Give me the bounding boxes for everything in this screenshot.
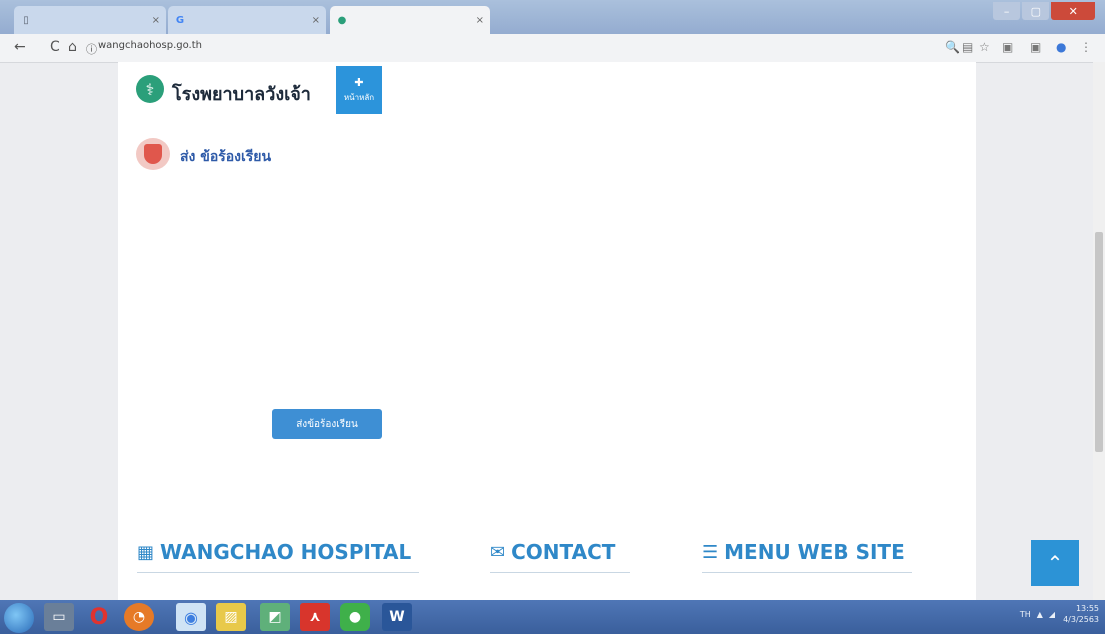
info-icon: ⓘ <box>86 43 97 56</box>
footer-divider-1 <box>137 572 419 573</box>
profile-icon[interactable]: ● <box>1056 40 1066 54</box>
hospital-logo-icon[interactable]: ⚕ <box>136 75 164 103</box>
footer-hospital-label: WANGCHAO HOSPITAL <box>160 540 412 564</box>
footer-menu-heading: ☰ MENU WEB SITE <box>702 540 905 564</box>
window-controls: – ▢ ✕ <box>993 2 1097 22</box>
clock-date: 4/3/2563 <box>1063 615 1099 624</box>
scroll-to-top-button[interactable]: ⌃ <box>1031 540 1079 586</box>
star-icon[interactable]: ☆ <box>979 40 990 54</box>
acrobat-icon[interactable]: ⋏ <box>300 603 330 631</box>
nav-home-label: หน้าหลัก <box>343 93 375 102</box>
page-icon: ▯ <box>23 14 29 26</box>
tab-3-active[interactable]: ● × <box>330 6 490 34</box>
translate-icon[interactable]: ▤ <box>962 40 973 54</box>
close-icon[interactable]: × <box>152 15 160 26</box>
chrome-icon[interactable]: ◉ <box>176 603 206 631</box>
hospital-name[interactable]: โรงพยาบาลวังเจ้า <box>172 79 311 108</box>
volume-icon[interactable]: ◢ <box>1049 610 1055 619</box>
complaint-field-2[interactable] <box>270 239 798 257</box>
complaint-field-4[interactable] <box>270 323 798 341</box>
close-icon[interactable]: × <box>476 15 484 26</box>
url-host: wangchaohosp.go.th <box>98 40 202 51</box>
reload-icon[interactable]: C <box>50 39 60 55</box>
close-icon[interactable]: × <box>312 15 320 26</box>
url-field[interactable]: wangchaohosp.go.th <box>98 40 202 51</box>
footer-menu-label: MENU WEB SITE <box>724 540 905 564</box>
complaint-field-3[interactable] <box>270 282 798 300</box>
line-icon[interactable]: ● <box>340 603 370 631</box>
hospital-favicon: ● <box>337 14 347 26</box>
footer-divider-3 <box>702 572 912 573</box>
network-icon[interactable]: ▲ <box>1037 610 1043 619</box>
extension-icon-2[interactable]: ▣ <box>1030 40 1041 54</box>
clock-time: 13:55 <box>1075 604 1099 613</box>
complaint-field-1[interactable] <box>270 199 798 217</box>
photos-icon[interactable]: ▨ <box>216 603 246 631</box>
windows-taskbar <box>0 600 1105 634</box>
address-bar: ← C ⌂ ⓘ wangchaohosp.go.th 🔍 ▤ ☆ ▣ ▣ ● ⋮ <box>0 34 1105 63</box>
home-icon[interactable]: ⌂ <box>68 39 77 55</box>
back-icon[interactable]: ← <box>14 39 26 55</box>
maximize-button[interactable]: ▢ <box>1022 2 1050 20</box>
language-indicator[interactable]: TH <box>1020 610 1031 619</box>
extension-icon[interactable]: ▣ <box>1002 40 1013 54</box>
word-icon[interactable]: W <box>382 603 412 631</box>
plus-icon: ✚ <box>354 76 364 89</box>
footer-contact-label: CONTACT <box>511 540 616 564</box>
clock[interactable]: 13:55 4/3/2563 <box>1063 603 1099 625</box>
complaint-icon <box>136 138 170 170</box>
footer-contact-heading: ✉ CONTACT <box>490 540 615 564</box>
firefox-icon[interactable]: ◔ <box>124 603 154 631</box>
complaint-field-5[interactable] <box>270 361 798 379</box>
explorer-icon[interactable]: ▭ <box>44 603 74 631</box>
nav-home-button[interactable]: ✚ หน้าหลัก <box>336 66 382 114</box>
menu-dots-icon[interactable]: ⋮ <box>1080 40 1092 54</box>
footer-hospital-heading: ▦ WANGCHAO HOSPITAL <box>137 540 411 564</box>
close-window-button[interactable]: ✕ <box>1051 2 1095 20</box>
building-icon: ▦ <box>137 541 155 563</box>
footer-divider-2 <box>490 572 630 573</box>
opera-icon[interactable]: O <box>84 603 114 631</box>
scrollbar-thumb[interactable] <box>1095 232 1103 452</box>
start-button[interactable] <box>4 603 34 633</box>
minimize-button[interactable]: – <box>993 2 1021 20</box>
tab-2[interactable]: G × <box>168 6 326 34</box>
google-icon: G <box>175 14 185 26</box>
complaint-title: ส่ง ข้อร้องเรียน <box>180 149 272 165</box>
envelope-icon: ✉ <box>490 541 506 563</box>
submit-complaint-button[interactable]: ส่งข้อร้องเรียน <box>272 409 382 439</box>
maps-icon[interactable]: ◩ <box>260 603 290 631</box>
system-tray: TH ▲ ◢ 13:55 4/3/2563 <box>1020 603 1099 625</box>
zoom-icon[interactable]: 🔍 <box>945 40 960 54</box>
list-icon: ☰ <box>702 541 719 563</box>
tab-1[interactable]: ▯ × <box>14 6 166 34</box>
